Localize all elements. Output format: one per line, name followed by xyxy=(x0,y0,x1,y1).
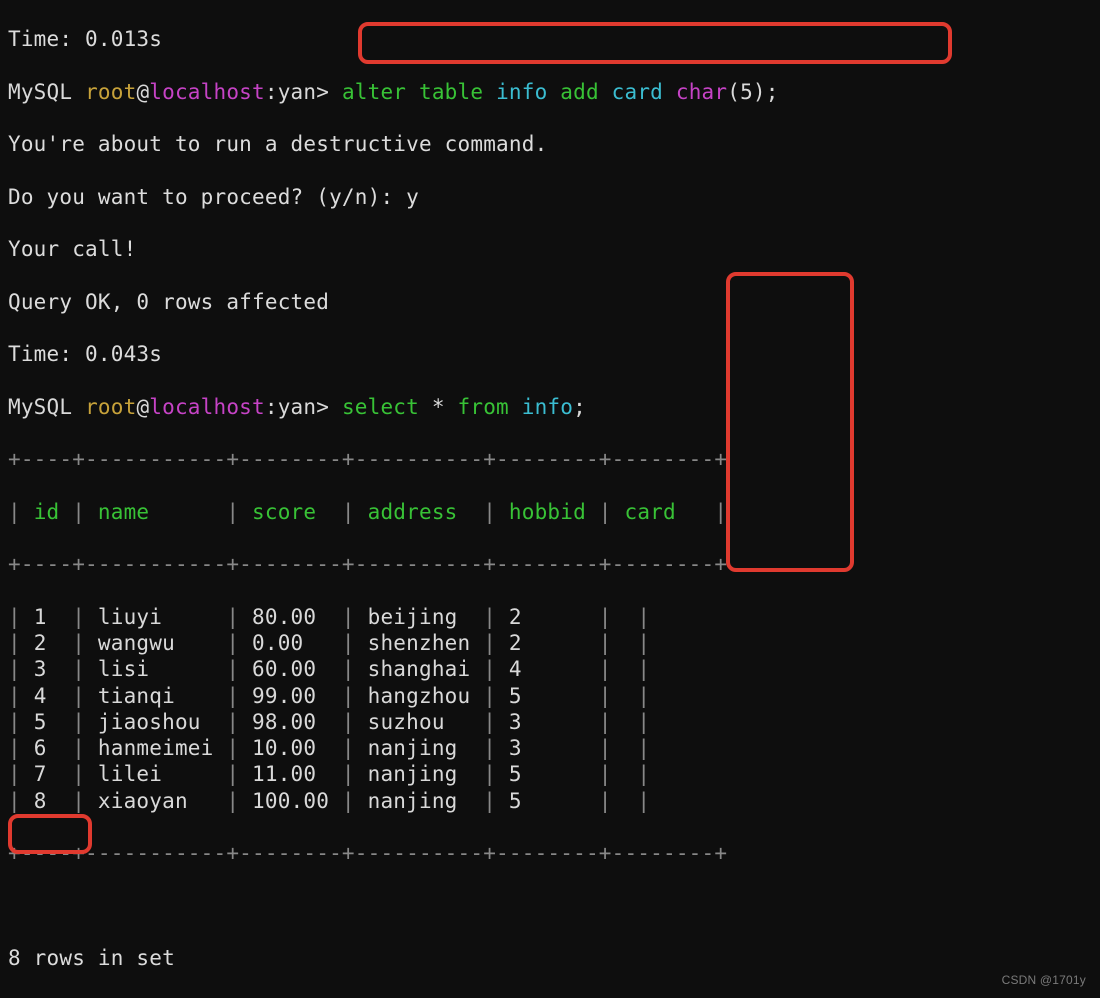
table-row: | 2 | wangwu | 0.00 | shenzhen | 2 | | xyxy=(8,630,1092,656)
time-line: Time: 0.013s xyxy=(8,26,1092,52)
table-border: +----+-----------+--------+----------+--… xyxy=(8,840,1092,866)
kw-char: char xyxy=(676,80,727,104)
table-row: | 3 | lisi | 60.00 | shanghai | 4 | | xyxy=(8,656,1092,682)
table-border: +----+-----------+--------+----------+--… xyxy=(8,446,1092,472)
rows-in-set: 8 rows in set xyxy=(8,945,1092,971)
warn-line: You're about to run a destructive comman… xyxy=(8,131,1092,157)
table-row: | 7 | lilei | 11.00 | nanjing | 5 | | xyxy=(8,761,1092,787)
kw-add: add xyxy=(560,80,599,104)
queryok-line: Query OK, 0 rows affected xyxy=(8,289,1092,315)
prompt-line-1[interactable]: MySQL root@localhost:yan> alter table in… xyxy=(8,79,1092,105)
table-row: | 4 | tianqi | 99.00 | hangzhou | 5 | | xyxy=(8,683,1092,709)
id-card: card xyxy=(612,80,663,104)
call-line: Your call! xyxy=(8,236,1092,262)
terminal-output: Time: 0.013s MySQL root@localhost:yan> a… xyxy=(0,0,1100,998)
table-row: | 1 | liuyi | 80.00 | beijing | 2 | | xyxy=(8,604,1092,630)
table-row: | 6 | hanmeimei | 10.00 | nanjing | 3 | … xyxy=(8,735,1092,761)
kw-table: table xyxy=(419,80,483,104)
table-border: +----+-----------+--------+----------+--… xyxy=(8,551,1092,577)
time-line: Time: 0.043s xyxy=(8,341,1092,367)
kw-select: select xyxy=(342,395,419,419)
table-row: | 5 | jiaoshou | 98.00 | suzhou | 3 | | xyxy=(8,709,1092,735)
table-header-row: | id | name | score | address | hobbid |… xyxy=(8,499,1092,525)
kw-from: from xyxy=(458,395,509,419)
watermark: CSDN @1701y xyxy=(1002,973,1086,988)
id-info: info xyxy=(496,80,547,104)
prompt-line-2[interactable]: MySQL root@localhost:yan> select * from … xyxy=(8,394,1092,420)
blank-line xyxy=(8,893,1092,919)
kw-alter: alter xyxy=(342,80,406,104)
id-info: info xyxy=(522,395,573,419)
proceed-line: Do you want to proceed? (y/n): y xyxy=(8,184,1092,210)
table-row: | 8 | xiaoyan | 100.00 | nanjing | 5 | | xyxy=(8,788,1092,814)
